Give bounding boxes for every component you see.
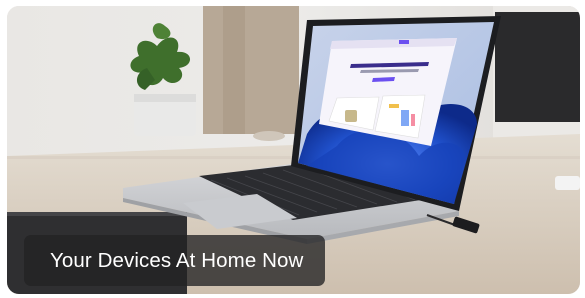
promo-card[interactable]: Your Devices At Home Now (7, 6, 580, 294)
caption-title: Your Devices At Home Now (50, 248, 304, 272)
caption-banner: Your Devices At Home Now (24, 235, 325, 286)
